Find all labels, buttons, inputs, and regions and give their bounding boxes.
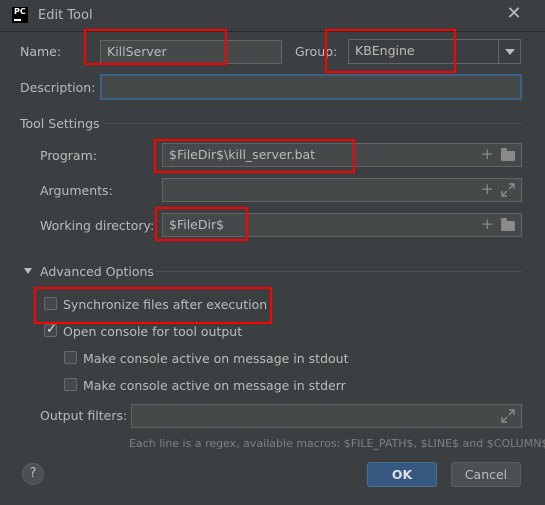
description-input[interactable] (100, 74, 522, 100)
arguments-expand-icon[interactable] (501, 183, 515, 197)
group-value: KBEngine (355, 43, 415, 58)
output-filters-input[interactable] (131, 404, 522, 428)
advanced-options-separator (155, 271, 522, 272)
active-stderr-label[interactable]: Make console active on message in stderr (83, 378, 346, 393)
active-stderr-checkbox[interactable] (64, 378, 77, 391)
help-button[interactable]: ? (22, 463, 44, 485)
app-icon-text: PC (14, 7, 26, 16)
tool-settings-header: Tool Settings (20, 116, 100, 131)
cancel-button[interactable]: Cancel (451, 462, 521, 487)
name-input[interactable]: KillServer (100, 40, 282, 64)
app-icon-bar (14, 19, 21, 21)
close-icon[interactable]: ✕ (504, 4, 524, 24)
open-console-label[interactable]: Open console for tool output (63, 324, 242, 339)
arguments-input[interactable] (162, 178, 522, 202)
active-stdout-checkbox[interactable] (64, 351, 77, 364)
advanced-options-header[interactable]: Advanced Options (40, 264, 154, 279)
window-title: Edit Tool (38, 8, 93, 23)
program-input[interactable]: $FileDir$\kill_server.bat (162, 143, 522, 167)
program-insert-macro-icon[interactable]: + (481, 147, 494, 162)
open-console-checkbox[interactable]: ✓ (44, 322, 57, 337)
group-dropdown-button[interactable] (498, 40, 520, 63)
arguments-label: Arguments: (40, 183, 113, 198)
group-label: Group: (295, 44, 338, 59)
output-filters-expand-icon[interactable] (501, 409, 515, 423)
name-label: Name: (20, 44, 62, 59)
macros-hint: Each line is a regex, available macros: … (129, 437, 545, 450)
synchronize-files-label[interactable]: Synchronize files after execution (63, 297, 267, 312)
working-directory-value: $FileDir$ (169, 217, 225, 232)
tool-settings-separator (104, 123, 522, 124)
collapse-arrow-icon (24, 268, 32, 274)
program-value: $FileDir$\kill_server.bat (169, 147, 316, 162)
working-directory-browse-folder-icon[interactable] (501, 218, 515, 231)
working-directory-input[interactable]: $FileDir$ (162, 213, 522, 237)
arguments-insert-macro-icon[interactable]: + (481, 182, 494, 197)
checkmark-icon: ✓ (46, 322, 57, 337)
description-label: Description: (20, 80, 96, 95)
program-label: Program: (40, 148, 97, 163)
working-directory-insert-macro-icon[interactable]: + (481, 217, 494, 232)
working-directory-label: Working directory: (40, 218, 155, 233)
active-stdout-label[interactable]: Make console active on message in stdout (83, 351, 349, 366)
chevron-down-icon (504, 48, 515, 55)
group-combo[interactable]: KBEngine (348, 39, 521, 64)
advanced-options-toggle[interactable] (24, 268, 32, 274)
program-browse-folder-icon[interactable] (501, 148, 515, 161)
ok-button[interactable]: OK (367, 462, 437, 487)
pycharm-app-icon: PC (12, 7, 28, 23)
output-filters-label: Output filters: (40, 408, 128, 423)
synchronize-files-checkbox[interactable] (44, 297, 57, 310)
